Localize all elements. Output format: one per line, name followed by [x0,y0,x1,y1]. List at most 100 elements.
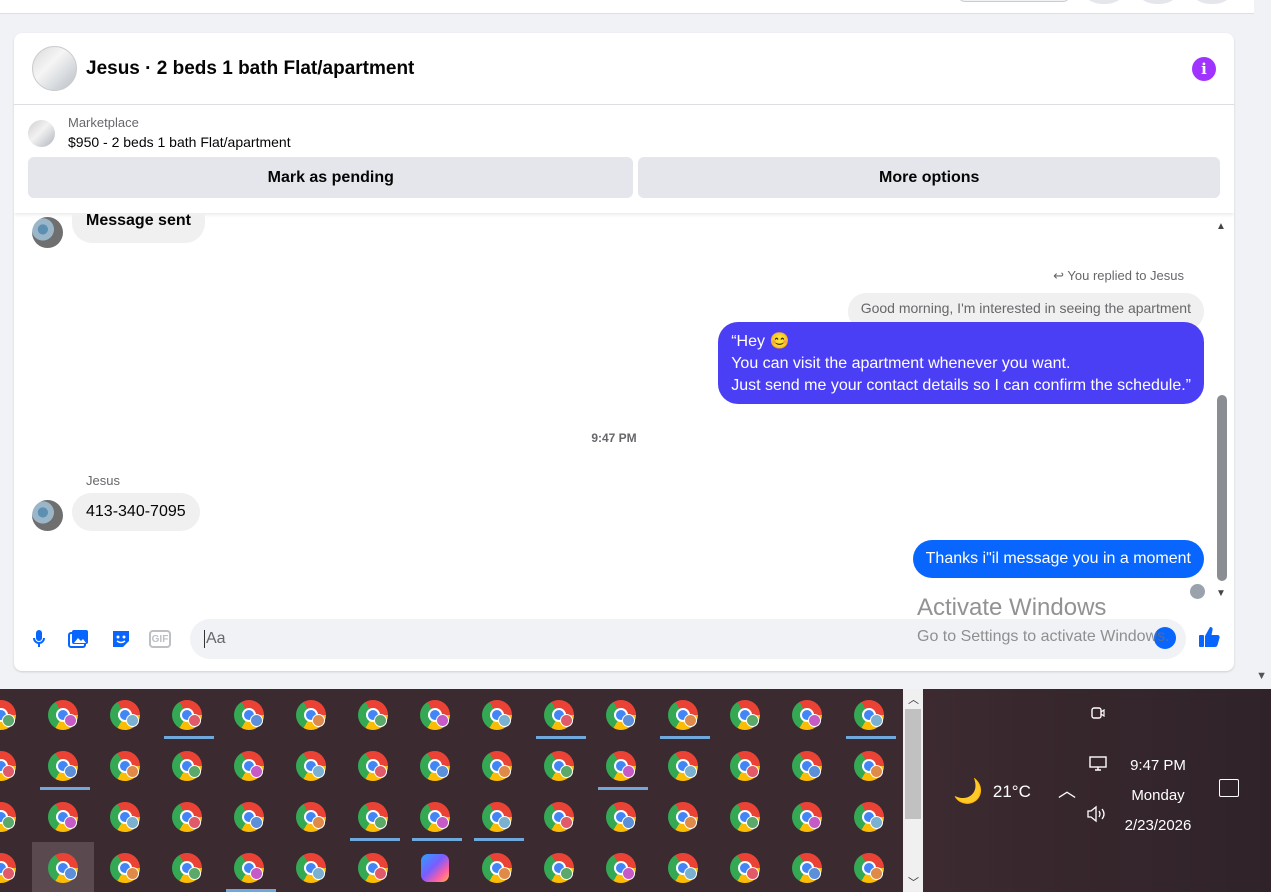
info-icon[interactable]: i [1192,56,1216,81]
taskbar-app-button[interactable] [714,689,776,740]
chevron-up-icon[interactable]: ︿ [908,691,919,707]
taskbar-app-button[interactable] [528,842,590,892]
microphone-icon[interactable] [27,627,51,651]
sticker-icon[interactable] [109,627,133,651]
taskbar-app-button[interactable] [32,791,94,842]
taskbar-app-button[interactable] [156,842,218,892]
taskbar-app-button[interactable] [404,791,466,842]
account-circle-button[interactable] [1194,0,1230,4]
weather-widget[interactable]: 🌙 21°C [953,777,1031,806]
taskbar-app-button[interactable] [590,740,652,791]
taskbar-app-button[interactable] [838,740,900,791]
scroll-up-arrow[interactable]: ▲ [1216,221,1226,232]
taskbar-app-button[interactable] [838,791,900,842]
taskbar-app-button[interactable] [714,791,776,842]
taskbar-scroll-thumb[interactable] [905,709,921,819]
taskbar-app-button[interactable] [32,740,94,791]
last-message-bubble[interactable]: Thanks i"il message you in a moment [912,540,1204,578]
speaker-icon[interactable] [1086,805,1108,827]
sender-avatar[interactable] [32,500,63,531]
listing-thumbnail[interactable] [28,120,55,147]
thumbs-up-icon[interactable] [1197,625,1221,655]
taskbar-app-button[interactable] [714,740,776,791]
camera-icon[interactable] [1090,705,1106,725]
taskbar-app-button[interactable] [94,689,156,740]
taskbar-app-button[interactable] [528,689,590,740]
taskbar-app-button[interactable] [32,842,94,892]
taskbar-app-button[interactable] [0,842,32,892]
taskbar-app-button[interactable] [652,791,714,842]
menu-circle-button[interactable] [1086,0,1122,4]
reply-message-bubble[interactable]: “Hey 😊 You can visit the apartment whene… [718,322,1204,404]
messenger-circle-button[interactable] [1140,0,1176,4]
taskbar-app-button[interactable] [156,689,218,740]
taskbar-app-button[interactable] [838,842,900,892]
taskbar-app-button[interactable] [466,842,528,892]
taskbar-app-button[interactable] [466,689,528,740]
chevron-down-icon[interactable]: ﹀ [908,874,919,890]
taskbar-app-button[interactable] [32,689,94,740]
taskbar-app-button[interactable] [280,791,342,842]
taskbar-app-button[interactable] [776,689,838,740]
taskbar-app-button[interactable] [466,740,528,791]
listing-avatar[interactable] [32,46,77,91]
taskbar-app-button[interactable] [218,791,280,842]
taskbar-app-button[interactable] [404,842,466,892]
taskbar-app-button[interactable] [156,740,218,791]
scroll-down-arrow[interactable]: ▼ [1216,588,1226,599]
network-icon[interactable] [1088,755,1108,777]
profile-badge-icon [312,816,325,829]
taskbar-app-button[interactable] [776,740,838,791]
sender-avatar[interactable] [32,217,63,248]
image-icon[interactable] [67,627,91,651]
search-pill[interactable] [958,0,1070,2]
taskbar-app-button[interactable] [0,689,32,740]
thread-scrollbar[interactable]: ▲ ▼ [1214,213,1230,603]
taskbar-app-button[interactable] [776,791,838,842]
taskbar-app-button[interactable] [218,689,280,740]
more-options-button[interactable]: More options [638,157,1220,198]
taskbar-app-button[interactable] [590,842,652,892]
mark-as-pending-button[interactable]: Mark as pending [28,157,634,198]
scrollbar-thumb[interactable] [1217,395,1227,581]
taskbar-app-button[interactable] [94,740,156,791]
taskbar-app-button[interactable] [342,740,404,791]
taskbar-app-button[interactable] [280,689,342,740]
page-scroll-down-arrow[interactable]: ▼ [1256,670,1267,682]
message-thread[interactable]: Message sent ↩ You replied to Jesus Good… [14,213,1234,613]
taskbar-app-button[interactable] [342,791,404,842]
taskbar-app-button[interactable] [218,842,280,892]
taskbar-app-button[interactable] [590,791,652,842]
taskbar-app-button[interactable] [528,791,590,842]
taskbar-app-button[interactable] [714,842,776,892]
gif-icon[interactable]: GIF [149,630,171,648]
taskbar-app-button[interactable] [652,740,714,791]
conversation-panel: Jesus · 2 beds 1 bath Flat/apartment i M… [14,33,1234,671]
phone-message-bubble[interactable]: 413-340-7095 [72,493,200,531]
listing-price[interactable]: $950 - 2 beds 1 bath Flat/apartment [68,134,1220,150]
taskbar-app-button[interactable] [156,791,218,842]
taskbar-app-button[interactable] [342,842,404,892]
taskbar-app-button[interactable] [280,740,342,791]
taskbar-app-button[interactable] [0,791,32,842]
taskbar-app-button[interactable] [652,842,714,892]
taskbar-app-button[interactable] [590,689,652,740]
taskbar-app-button[interactable] [0,740,32,791]
taskbar-app-button[interactable] [280,842,342,892]
taskbar-scrollbar[interactable]: ︿ ﹀ [903,689,923,892]
chevron-up-icon[interactable]: ︿ [1058,777,1076,803]
taskbar-app-button[interactable] [218,740,280,791]
taskbar-app-button[interactable] [404,689,466,740]
taskbar-app-button[interactable] [838,689,900,740]
notification-icon[interactable] [1219,779,1239,797]
taskbar-app-button[interactable] [776,842,838,892]
taskbar-app-button[interactable] [466,791,528,842]
conversation-title[interactable]: Jesus · 2 beds 1 bath Flat/apartment [86,58,414,80]
taskbar-app-button[interactable] [94,842,156,892]
taskbar-app-button[interactable] [342,689,404,740]
taskbar-app-button[interactable] [94,791,156,842]
taskbar-app-button[interactable] [528,740,590,791]
taskbar-app-button[interactable] [404,740,466,791]
clock[interactable]: 9:47 PM Monday 2/23/2026 [1113,751,1203,841]
taskbar-app-button[interactable] [652,689,714,740]
